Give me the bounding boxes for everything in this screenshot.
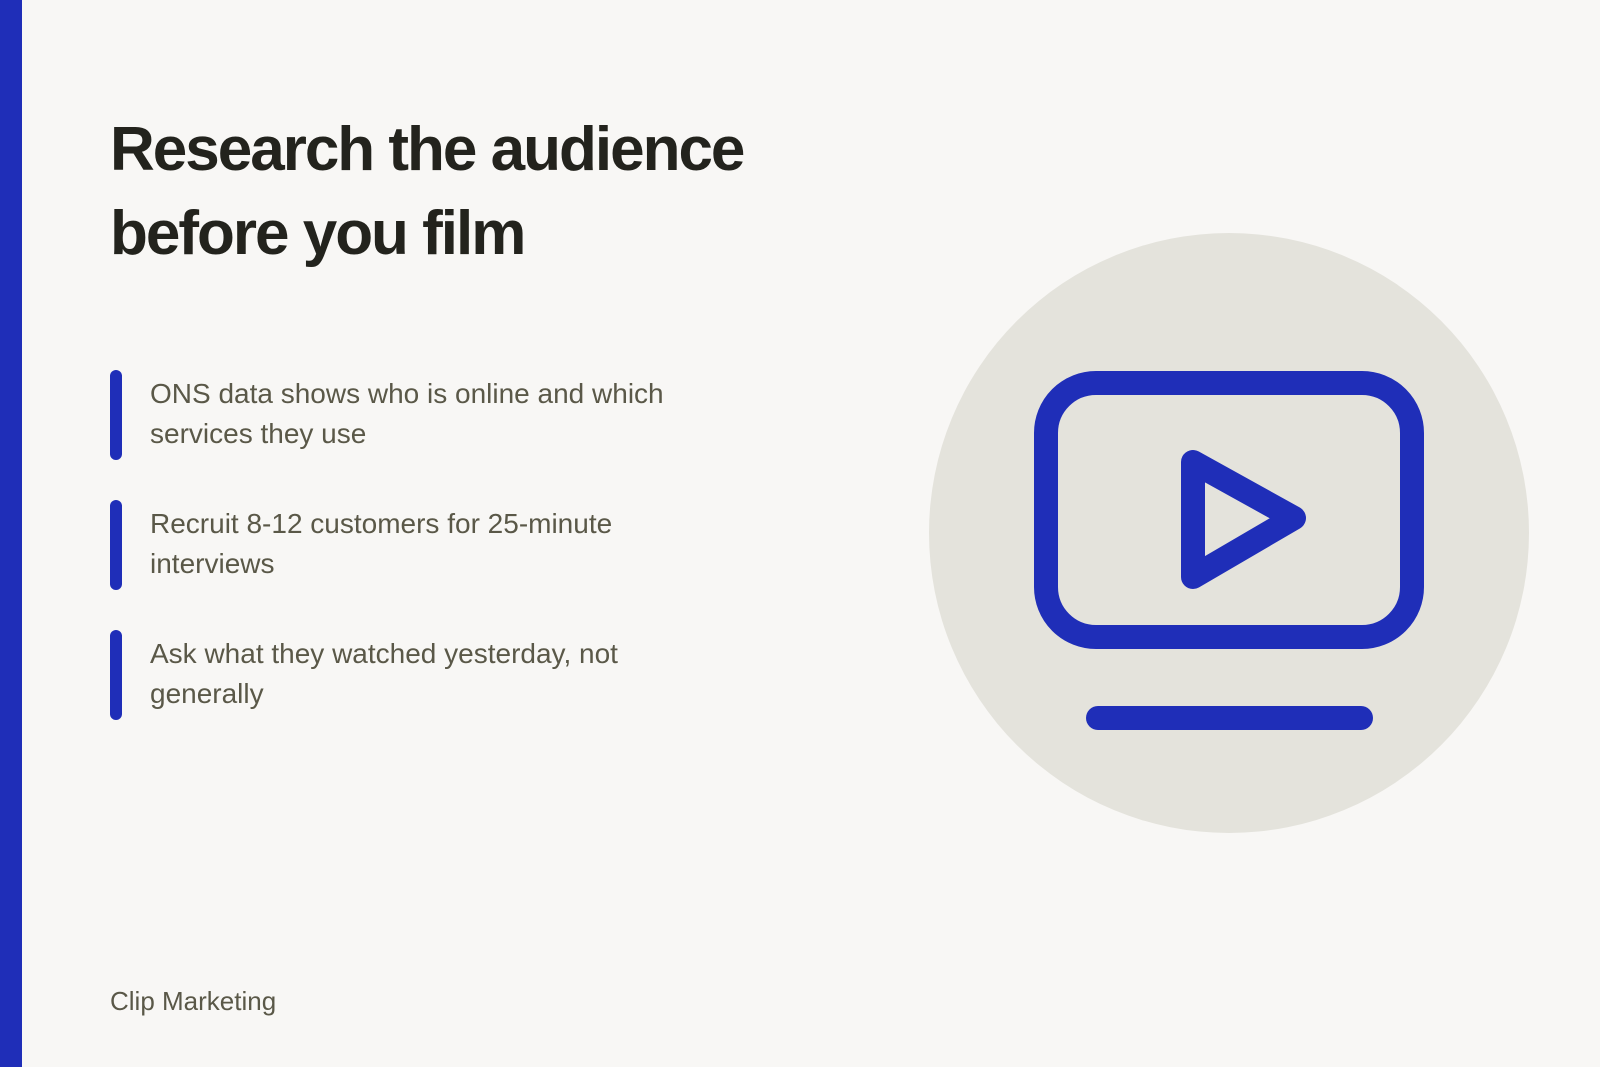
video-play-icon — [1034, 371, 1424, 730]
bullet-text: ONS data shows who is online and which s… — [150, 378, 664, 449]
bullet-item: Recruit 8-12 customers for 25-minute int… — [110, 500, 730, 592]
bullet-text: Recruit 8-12 customers for 25-minute int… — [150, 508, 613, 579]
footer-brand: Clip Marketing — [110, 986, 277, 1016]
bullet-text: Ask what they watched yesterday, not gen… — [150, 638, 618, 709]
bullet-marker — [110, 630, 122, 720]
bullet-marker — [110, 370, 122, 460]
bullet-item: ONS data shows who is online and which s… — [110, 370, 730, 462]
screen-frame — [1034, 371, 1424, 649]
bullet-marker — [110, 500, 122, 590]
bullet-list: ONS data shows who is online and which s… — [110, 370, 730, 760]
play-triangle — [1181, 450, 1306, 589]
bullet-item: Ask what they watched yesterday, not gen… — [110, 630, 730, 722]
slide-title: Research the audience before you film — [110, 115, 745, 268]
accent-bar — [0, 0, 22, 1067]
